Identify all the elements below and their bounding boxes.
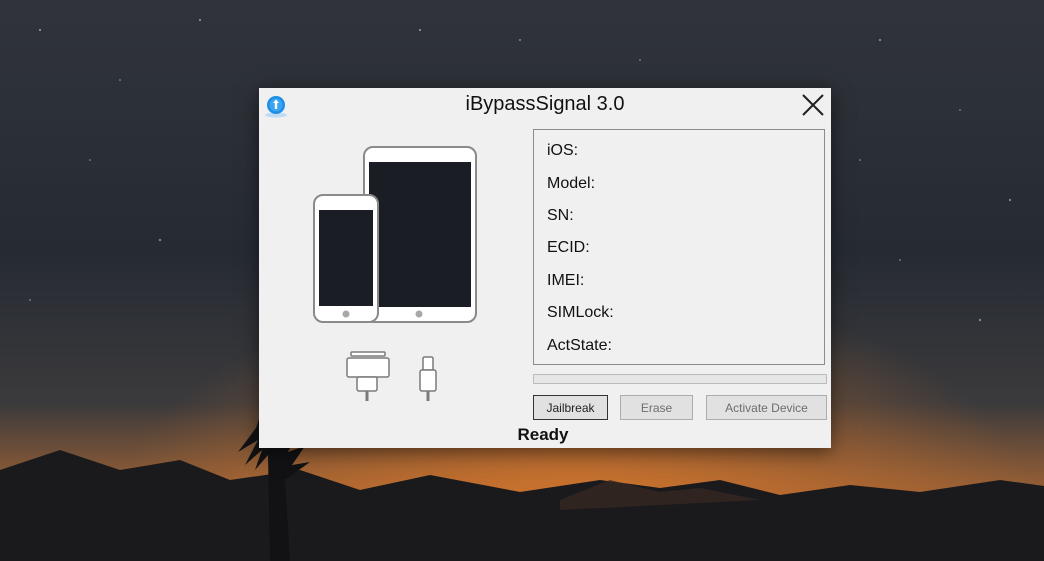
30-pin-connector-icon (346, 351, 390, 401)
progress-bar (533, 374, 827, 384)
window-title: iBypassSignal 3.0 (465, 93, 625, 115)
info-ios-label: iOS: (547, 142, 579, 159)
activate-device-button[interactable]: Activate Device (706, 395, 827, 420)
jailbreak-button[interactable]: Jailbreak (533, 395, 608, 420)
info-actstate-label: ActState: (547, 337, 612, 354)
cable-connectors (346, 351, 437, 401)
info-model-label: Model: (547, 175, 596, 192)
lightning-connector-icon (419, 356, 437, 401)
close-icon[interactable] (798, 90, 828, 120)
info-imei-label: IMEI: (547, 272, 585, 289)
erase-button[interactable]: Erase (620, 395, 693, 420)
device-info-panel: iOS: Model: SN: ECID: IMEI: SIMLock: Act… (533, 129, 825, 365)
info-ecid-label: ECID: (547, 239, 590, 256)
info-sn-label: SN: (547, 207, 574, 224)
ipad-iphone-icon (313, 146, 477, 323)
title-bar: iBypassSignal 3.0 (259, 88, 831, 122)
app-window: iBypassSignal 3.0 iOS: Model: SN: ECID: … (259, 88, 831, 448)
status-text: Ready (517, 425, 569, 444)
info-simlock-label: SIMLock: (547, 304, 614, 321)
